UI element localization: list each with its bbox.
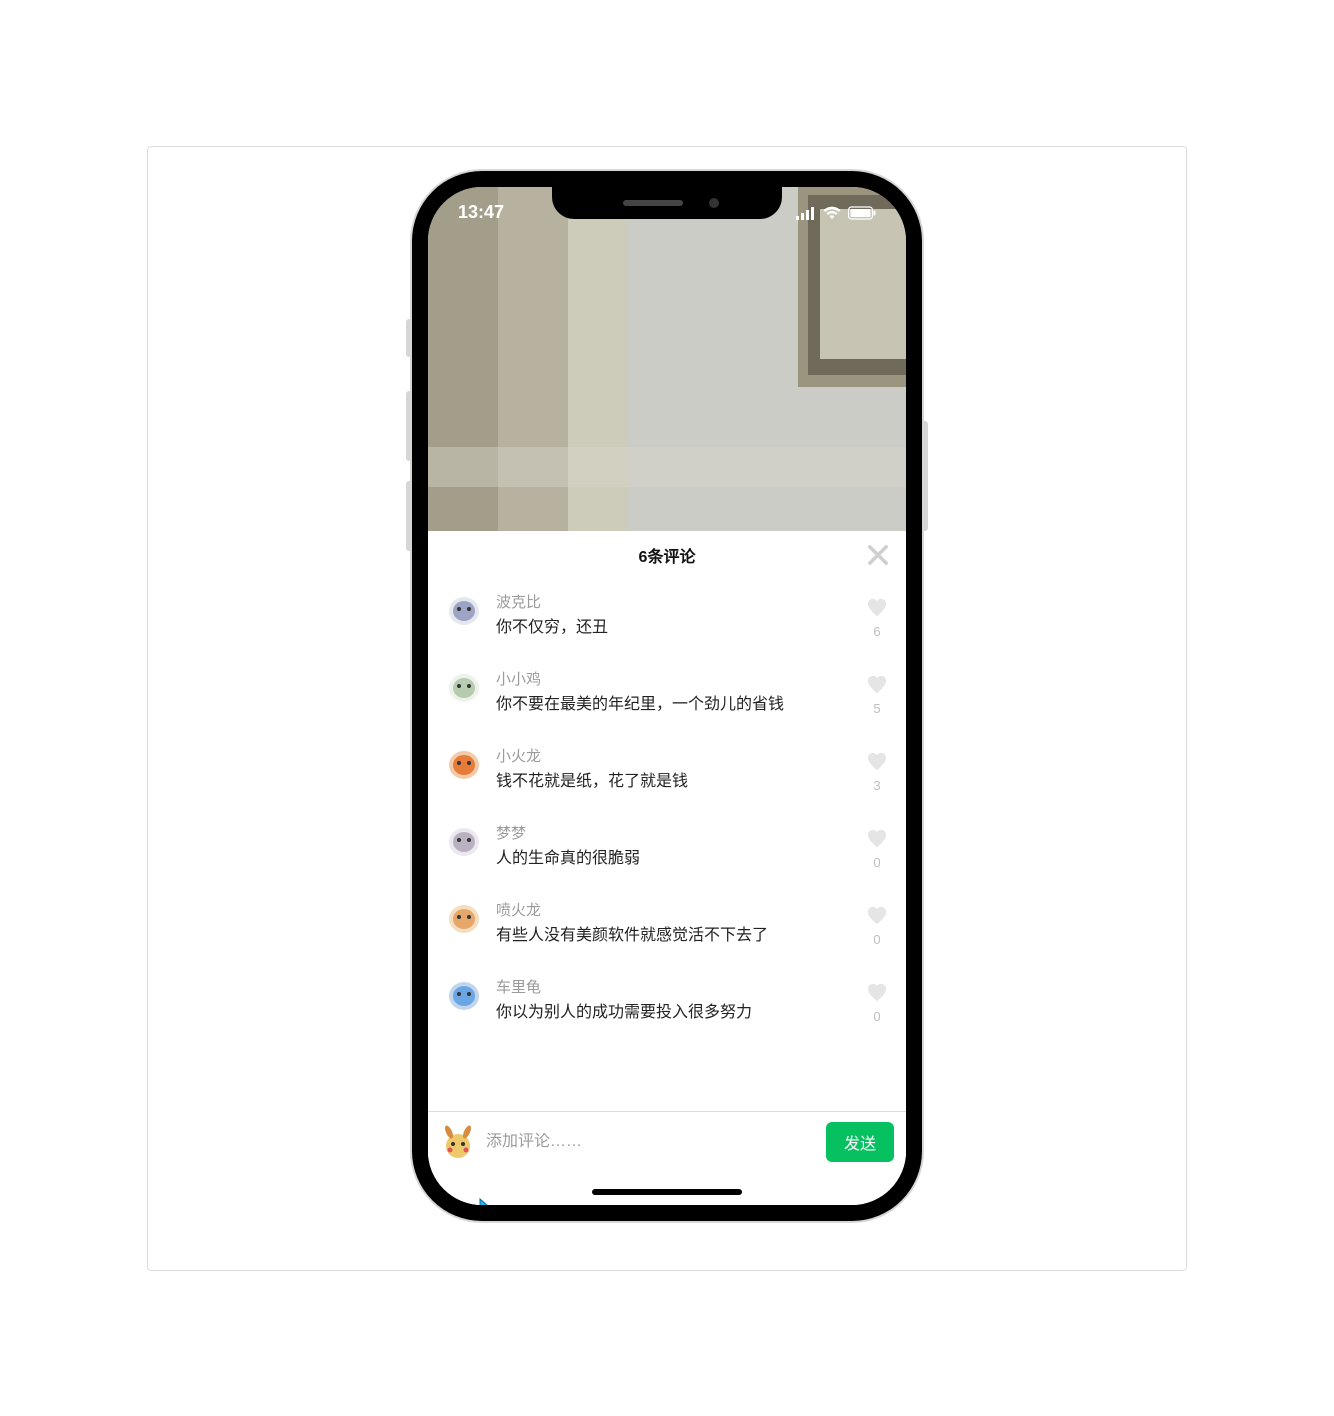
comment-username[interactable]: 波克比 — [496, 591, 852, 612]
notch — [552, 187, 782, 219]
speaker-grille — [623, 200, 683, 206]
like-button[interactable]: 6 — [866, 597, 888, 639]
comment-body: 喷火龙有些人没有美颜软件就感觉活不下去了 — [496, 899, 852, 948]
comment-body: 波克比你不仅穷，还丑 — [496, 591, 852, 640]
send-button[interactable]: 发送 — [826, 1122, 894, 1162]
comment-text: 人的生命真的很脆弱 — [496, 847, 852, 871]
comment-item: 喷火龙有些人没有美颜软件就感觉活不下去了 0 — [446, 889, 888, 966]
wifi-icon — [822, 206, 842, 220]
like-button[interactable]: 0 — [866, 982, 888, 1024]
like-count: 0 — [873, 1009, 880, 1024]
self-avatar — [440, 1124, 476, 1160]
heart-icon — [866, 828, 888, 853]
comments-panel: 6条评论 波克比你不仅穷，还丑 6 小小鸡你不要在最美的年纪里，一个劲儿的省钱 5 小火… — [428, 531, 906, 1205]
panel-header: 6条评论 — [428, 531, 906, 579]
like-button[interactable]: 5 — [866, 674, 888, 716]
front-camera — [709, 198, 719, 208]
comment-username[interactable]: 喷火龙 — [496, 899, 852, 920]
heart-icon — [866, 982, 888, 1007]
comment-username[interactable]: 小小鸡 — [496, 668, 852, 689]
comment-item: 小火龙钱不花就是纸，花了就是钱 3 — [446, 735, 888, 812]
volume-up-button — [406, 391, 412, 461]
like-button[interactable]: 0 — [866, 905, 888, 947]
panel-title: 6条评论 — [639, 543, 696, 567]
status-right-icons — [796, 206, 876, 220]
like-count: 3 — [873, 778, 880, 793]
heart-icon — [866, 905, 888, 930]
comment-username[interactable]: 车里龟 — [496, 976, 852, 997]
comment-username[interactable]: 小火龙 — [496, 745, 852, 766]
outer-frame: 13:47 6条评论 — [147, 146, 1187, 1271]
comment-item: 小小鸡你不要在最美的年纪里，一个劲儿的省钱 5 — [446, 658, 888, 735]
like-count: 0 — [873, 855, 880, 870]
avatar[interactable] — [446, 591, 482, 627]
battery-icon — [848, 206, 876, 220]
comment-text: 有些人没有美颜软件就感觉活不下去了 — [496, 924, 852, 948]
comment-text: 你不仅穷，还丑 — [496, 616, 852, 640]
like-button[interactable]: 3 — [866, 751, 888, 793]
comment-item: 车里龟你以为别人的成功需要投入很多努力 0 — [446, 966, 888, 1043]
comment-text: 钱不花就是纸，花了就是钱 — [496, 770, 852, 794]
avatar[interactable] — [446, 976, 482, 1012]
comment-item: 波克比你不仅穷，还丑 6 — [446, 581, 888, 658]
phone-device: 13:47 6条评论 — [412, 171, 922, 1221]
close-icon — [864, 541, 892, 569]
heart-icon — [866, 597, 888, 622]
like-count: 5 — [873, 701, 880, 716]
status-time: 13:47 — [458, 202, 504, 223]
comment-input-bar: 发送 — [428, 1111, 906, 1173]
like-button[interactable]: 0 — [866, 828, 888, 870]
avatar[interactable] — [446, 668, 482, 704]
comment-text: 你以为别人的成功需要投入很多努力 — [496, 1001, 852, 1025]
power-button — [922, 421, 928, 531]
comment-username[interactable]: 梦梦 — [496, 822, 852, 843]
comment-body: 车里龟你以为别人的成功需要投入很多努力 — [496, 976, 852, 1025]
phone-screen: 13:47 6条评论 — [428, 187, 906, 1205]
signal-icon — [796, 206, 816, 220]
comment-item: 梦梦人的生命真的很脆弱 0 — [446, 812, 888, 889]
avatar[interactable] — [446, 822, 482, 858]
heart-icon — [866, 674, 888, 699]
comment-text: 你不要在最美的年纪里，一个劲儿的省钱 — [496, 693, 852, 717]
cursor-icon — [478, 1197, 498, 1205]
heart-icon — [866, 751, 888, 776]
home-indicator[interactable] — [592, 1189, 742, 1195]
avatar[interactable] — [446, 899, 482, 935]
volume-down-button — [406, 481, 412, 551]
close-button[interactable] — [864, 541, 892, 569]
comment-list[interactable]: 波克比你不仅穷，还丑 6 小小鸡你不要在最美的年纪里，一个劲儿的省钱 5 小火龙钱不花就… — [428, 579, 906, 1111]
comment-body: 梦梦人的生命真的很脆弱 — [496, 822, 852, 871]
comment-body: 小小鸡你不要在最美的年纪里，一个劲儿的省钱 — [496, 668, 852, 717]
comment-input[interactable] — [486, 1133, 816, 1151]
like-count: 6 — [873, 624, 880, 639]
like-count: 0 — [873, 932, 880, 947]
avatar[interactable] — [446, 745, 482, 781]
comment-body: 小火龙钱不花就是纸，花了就是钱 — [496, 745, 852, 794]
mute-switch — [406, 319, 412, 357]
